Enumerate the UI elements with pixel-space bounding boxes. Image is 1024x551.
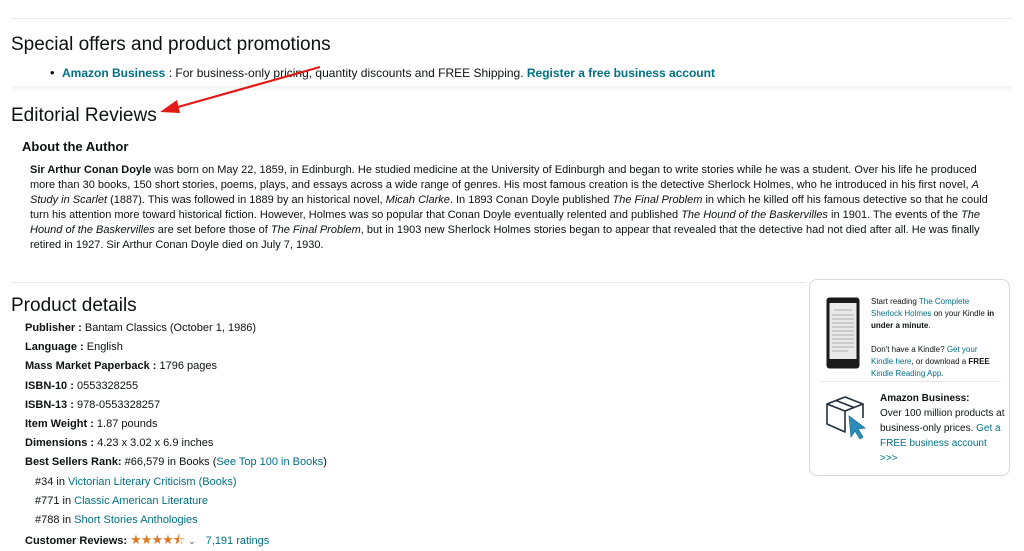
detail-value: English [86, 341, 123, 354]
detail-value: ) [323, 456, 327, 469]
offer-text: : For business-only pricing, quantity di… [165, 66, 527, 80]
section-shadow-divider [11, 86, 1012, 92]
detail-paperback: Mass Market Paperback : 1796 pages [25, 357, 327, 376]
detail-isbn10: ISBN-10 : 0553328255 [25, 377, 327, 396]
detail-language: Language : English [25, 338, 327, 357]
details-divider [11, 282, 806, 283]
bio-text: (1887). This was followed in 1889 by an … [107, 194, 386, 206]
business-promo-text: Amazon Business: Over 100 million produc… [880, 391, 1005, 466]
ratings-count-link[interactable]: 7,191 ratings [206, 535, 270, 547]
detail-value: 978-0553328257 [76, 398, 161, 411]
business-box-icon [826, 396, 867, 440]
author-bio: Sir Arthur Conan Doyle was born on May 2… [30, 163, 990, 253]
chevron-down-icon[interactable]: ⌄ [188, 536, 196, 546]
see-top-100-link[interactable]: See Top 100 in Books [216, 456, 323, 468]
rank-number: #788 in [35, 513, 75, 526]
book-title: The Hound of the Baskervilles [681, 209, 828, 221]
detail-value: Bantam Classics (October 1, 1986) [84, 322, 257, 334]
bio-text: . In 1893 Conan Doyle published [449, 194, 613, 206]
rank-sub-item: #788 in Short Stories Anthologies [25, 511, 327, 530]
detail-label: Item Weight : [25, 417, 97, 430]
product-details-list: Publisher : Bantam Classics (October 1, … [25, 319, 327, 549]
detail-customer-reviews: Customer Reviews: ★★★★⯪ ⌄ 7,191 ratings [25, 530, 327, 549]
detail-isbn13: ISBN-13 : 978-0553328257 [25, 396, 327, 415]
rank-sub-item: #34 in Victorian Literary Criticism (Boo… [25, 473, 327, 492]
kindle-text: , or download a [911, 357, 969, 366]
book-title: The Final Problem [270, 224, 361, 236]
kindle-text: . [941, 369, 944, 378]
kindle-text: Don't have a Kindle? [871, 345, 947, 354]
author-name: Sir Arthur Conan Doyle [30, 164, 152, 176]
book-title: Micah Clarke [385, 194, 450, 206]
detail-best-sellers-rank: Best Sellers Rank: #66,579 in Books (See… [25, 453, 327, 472]
detail-label: Language : [25, 341, 87, 354]
detail-publisher: Publisher : Bantam Classics (October 1, … [25, 319, 327, 338]
kindle-app-link[interactable]: Kindle Reading App [871, 369, 941, 378]
detail-value: 1796 pages [159, 360, 218, 373]
rank-number: #34 in [35, 475, 69, 488]
detail-weight: Item Weight : 1.87 pounds [25, 415, 327, 434]
rank-number: #771 in [35, 494, 75, 507]
offer-item: • Amazon Business : For business-only pri… [50, 65, 715, 80]
bio-text: in 1901. The events of the [827, 209, 962, 221]
top-divider [11, 18, 1012, 19]
detail-label: ISBN-10 : [25, 379, 77, 392]
bio-text: are set before those of [154, 224, 271, 236]
kindle-promo-text: Start reading The Complete Sherlock Holm… [871, 296, 1001, 380]
kindle-no-device-line: Don't have a Kindle? Get your Kindle her… [871, 344, 1001, 380]
detail-label: Mass Market Paperback : [25, 360, 160, 373]
detail-label: Best Sellers Rank: [25, 456, 125, 469]
detail-label: Customer Reviews: [25, 535, 131, 548]
book-title: The Final Problem [612, 194, 703, 206]
kindle-text: FREE [968, 357, 990, 366]
detail-dimensions: Dimensions : 4.23 x 3.02 x 6.9 inches [25, 434, 327, 453]
detail-value: 1.87 pounds [96, 417, 158, 430]
amazon-business-link[interactable]: Amazon Business [62, 66, 165, 80]
detail-label: Dimensions : [25, 437, 98, 450]
register-business-link[interactable]: Register a free business account [527, 66, 715, 80]
detail-value: 4.23 x 3.02 x 6.9 inches [97, 437, 214, 450]
business-title: Amazon Business: [880, 393, 970, 404]
sidebox-divider [820, 381, 1001, 382]
kindle-start-line: Start reading The Complete Sherlock Holm… [871, 296, 1001, 332]
kindle-text: . [928, 321, 931, 330]
bullet-icon: • [50, 65, 55, 80]
detail-label: Publisher : [25, 322, 85, 334]
kindle-device-icon [826, 297, 860, 369]
star-rating-icon[interactable]: ★★★★⯪ [130, 532, 185, 547]
rank-sub-item: #771 in Classic American Literature [25, 492, 327, 511]
kindle-text: on your Kindle [931, 309, 988, 318]
kindle-business-sidebox: Start reading The Complete Sherlock Holm… [809, 279, 1010, 476]
detail-value: #66,579 in Books ( [124, 456, 217, 469]
kindle-text: Start reading [871, 297, 919, 306]
bio-text: was born on May 22, 1859, in Edinburgh. … [30, 164, 977, 191]
rank-category-link[interactable]: Short Stories Anthologies [74, 514, 198, 526]
offers-section-title: Special offers and product promotions [11, 34, 331, 55]
editorial-reviews-title: Editorial Reviews [11, 105, 157, 126]
detail-value: 0553328255 [76, 379, 139, 392]
detail-label: ISBN-13 : [25, 398, 77, 411]
product-details-title: Product details [11, 295, 137, 316]
rank-category-link[interactable]: Classic American Literature [74, 495, 208, 507]
rank-category-link[interactable]: Victorian Literary Criticism (Books) [68, 476, 237, 488]
offers-list: • Amazon Business : For business-only pri… [50, 65, 715, 80]
about-author-heading: About the Author [22, 139, 129, 154]
